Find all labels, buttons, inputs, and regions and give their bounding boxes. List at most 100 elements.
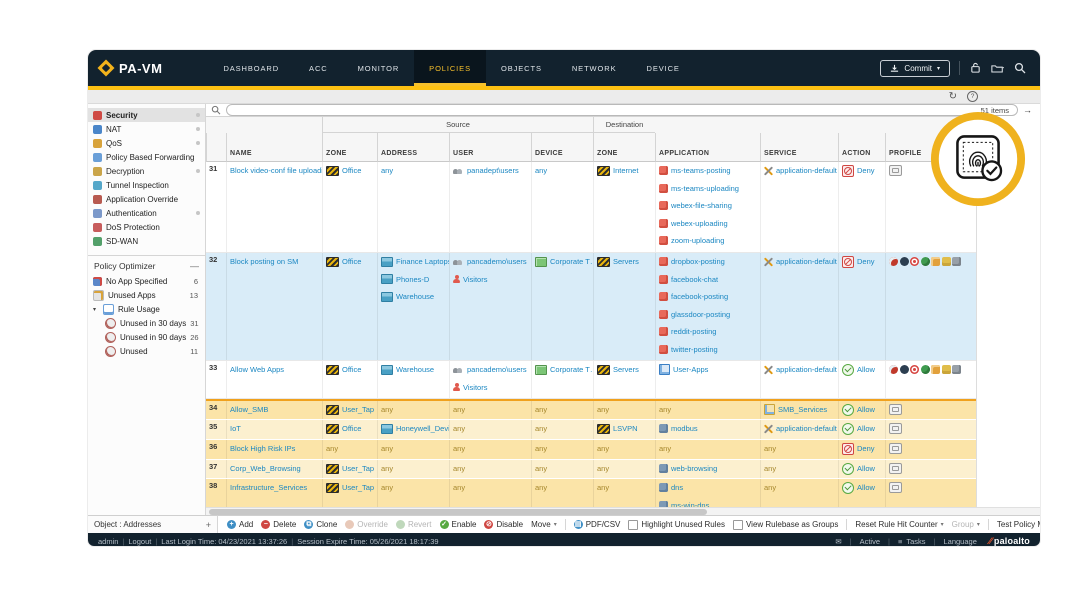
source-user-item[interactable]: Visitors: [453, 273, 528, 286]
commit-button[interactable]: Commit ▾: [880, 60, 950, 77]
application-item[interactable]: twitter-posting: [659, 343, 757, 356]
rule-name-link[interactable]: Infrastructure_Services: [230, 481, 319, 494]
tab-network[interactable]: NETWORK: [557, 50, 632, 86]
action-value[interactable]: Deny: [842, 255, 882, 268]
rule-name-link[interactable]: Allow Web Apps: [230, 363, 319, 376]
application-item[interactable]: web-browsing: [659, 462, 757, 475]
service-item[interactable]: application-default: [764, 164, 835, 177]
sidebar-item-dos[interactable]: DoS Protection: [88, 220, 205, 234]
source-address-item[interactable]: any: [381, 481, 446, 494]
source-user-item[interactable]: pancademo\users: [453, 255, 528, 268]
column-header-zone-dest[interactable]: ZONE: [593, 133, 655, 162]
source-user-item[interactable]: any: [453, 481, 528, 494]
tab-acc[interactable]: ACC: [294, 50, 343, 86]
source-user-item[interactable]: panadept\users: [453, 164, 528, 177]
rule-name-link[interactable]: Block video-conf file uploading: [230, 164, 319, 177]
profile-group[interactable]: [889, 403, 973, 416]
reset-rule-hit-counter-button[interactable]: Reset Rule Hit Counter▾: [855, 520, 943, 529]
tab-objects[interactable]: OBJECTS: [486, 50, 557, 86]
action-value[interactable]: Deny: [842, 164, 882, 177]
active-status[interactable]: Active: [860, 537, 880, 546]
source-address-item[interactable]: any: [381, 403, 446, 416]
sidebar-item-qos[interactable]: QoS: [88, 136, 205, 150]
source-device-item[interactable]: Corporate T…: [535, 363, 590, 376]
action-value[interactable]: Allow: [842, 403, 882, 416]
source-zone-item[interactable]: User_Tap: [326, 403, 374, 416]
source-address-item[interactable]: any: [381, 462, 446, 475]
source-device-item[interactable]: any: [535, 481, 590, 494]
sidebar-item-tunnel[interactable]: Tunnel Inspection: [88, 178, 205, 192]
application-item[interactable]: modbus: [659, 422, 757, 435]
application-item[interactable]: reddit-posting: [659, 325, 757, 338]
service-item[interactable]: application-default: [764, 363, 835, 376]
sidebar-item-auth[interactable]: Authentication: [88, 206, 205, 220]
source-address-item[interactable]: Honeywell_Devi…: [381, 422, 446, 435]
lock-icon[interactable]: [969, 62, 982, 75]
column-header-name[interactable]: NAME: [226, 133, 322, 162]
tab-policies[interactable]: POLICIES: [414, 50, 486, 86]
dest-zone-item[interactable]: any: [597, 481, 652, 494]
help-icon[interactable]: ?: [967, 91, 978, 102]
column-header-application[interactable]: APPLICATION: [655, 133, 760, 162]
application-item[interactable]: zoom-uploading: [659, 234, 757, 247]
sidebar-item-override[interactable]: Application Override: [88, 192, 205, 206]
clone-button[interactable]: ⧉Clone: [304, 520, 337, 529]
service-item[interactable]: any: [764, 481, 835, 494]
source-user-item[interactable]: any: [453, 462, 528, 475]
source-device-item[interactable]: any: [535, 422, 590, 435]
source-address-item[interactable]: Phones-D: [381, 273, 446, 286]
source-device-item[interactable]: any: [535, 462, 590, 475]
action-value[interactable]: Allow: [842, 363, 882, 376]
profile-icons[interactable]: [889, 255, 973, 268]
source-address-item[interactable]: Warehouse: [381, 363, 446, 376]
optimizer-item-unused-in-30-days[interactable]: Unused in 30 days31: [88, 316, 205, 330]
application-item[interactable]: any: [659, 403, 757, 416]
rule-name-link[interactable]: Block posting on SM: [230, 255, 319, 268]
highlight-unused-rules-button[interactable]: Highlight Unused Rules: [628, 520, 725, 530]
horizontal-scrollbar[interactable]: [206, 507, 1040, 515]
source-address-item[interactable]: Warehouse: [381, 290, 446, 303]
move-button[interactable]: Move▾: [531, 520, 557, 529]
profile-group[interactable]: [889, 462, 973, 475]
sidebar-item-sdwan[interactable]: SD-WAN: [88, 234, 205, 248]
action-value[interactable]: Allow: [842, 422, 882, 435]
config-folder-icon[interactable]: [991, 62, 1004, 75]
source-zone-item[interactable]: User_Tap: [326, 462, 374, 475]
source-device-item[interactable]: any: [535, 164, 590, 177]
source-user-item[interactable]: any: [453, 403, 528, 416]
rule-name-link[interactable]: IoT: [230, 422, 319, 435]
dest-zone-item[interactable]: any: [597, 442, 652, 455]
global-search-icon[interactable]: [1013, 62, 1026, 75]
dest-zone-item[interactable]: LSVPN: [597, 422, 652, 435]
disable-button[interactable]: ⊘Disable: [484, 520, 523, 529]
service-item[interactable]: SMB_Services: [764, 403, 835, 416]
optimizer-item-rule-usage[interactable]: ▾Rule Usage: [88, 302, 205, 316]
application-item[interactable]: webex-uploading: [659, 217, 757, 230]
sidebar-item-security[interactable]: Security: [88, 108, 205, 122]
sidebar-item-nat[interactable]: NAT: [88, 122, 205, 136]
optimizer-item-no-app-specified[interactable]: No App Specified6: [88, 274, 205, 288]
source-user-item[interactable]: Visitors: [453, 381, 528, 394]
column-header-address[interactable]: ADDRESS: [377, 133, 449, 162]
application-item[interactable]: any: [659, 442, 757, 455]
service-item[interactable]: application-default: [764, 422, 835, 435]
optimizer-item-unused[interactable]: Unused11: [88, 344, 205, 358]
source-device-item[interactable]: Corporate T…: [535, 255, 590, 268]
pdf-csv-button[interactable]: ▤PDF/CSV: [574, 520, 621, 529]
logout-link[interactable]: Logout: [128, 537, 151, 546]
service-item[interactable]: any: [764, 462, 835, 475]
service-item[interactable]: any: [764, 442, 835, 455]
source-address-item[interactable]: any: [381, 442, 446, 455]
source-device-item[interactable]: any: [535, 442, 590, 455]
dest-zone-item[interactable]: any: [597, 462, 652, 475]
tasks-link[interactable]: Tasks: [906, 537, 925, 546]
source-zone-item[interactable]: Office: [326, 363, 374, 376]
tab-dashboard[interactable]: DASHBOARD: [208, 50, 294, 86]
profile-icons[interactable]: [889, 363, 973, 376]
rule-name-link[interactable]: Allow_SMB: [230, 403, 319, 416]
source-device-item[interactable]: any: [535, 403, 590, 416]
tab-monitor[interactable]: MONITOR: [343, 50, 415, 86]
action-value[interactable]: Deny: [842, 442, 882, 455]
profile-group[interactable]: [889, 481, 973, 494]
enable-button[interactable]: ✓Enable: [440, 520, 477, 529]
